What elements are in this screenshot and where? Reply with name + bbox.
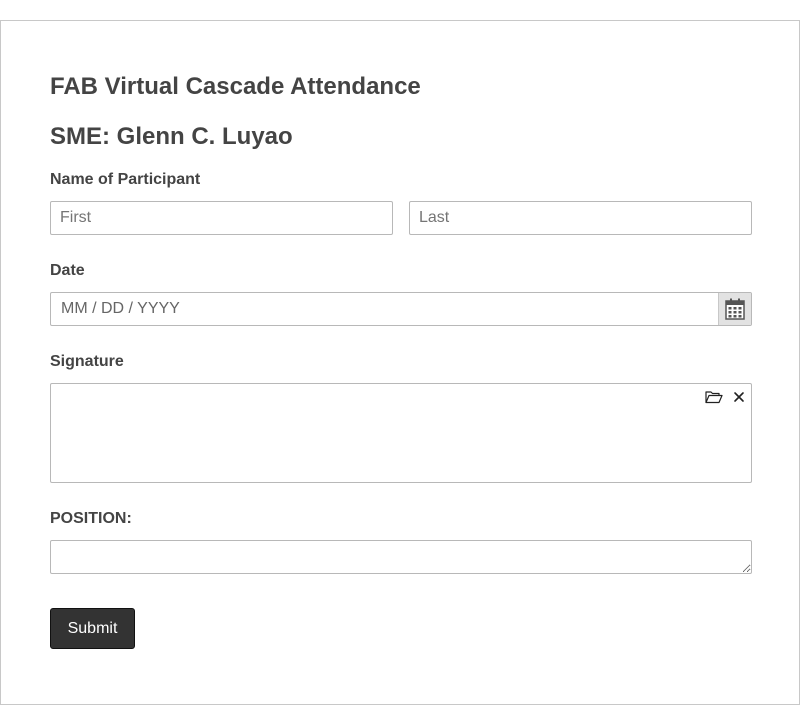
folder-open-icon xyxy=(705,390,723,404)
folder-open-button[interactable] xyxy=(705,388,723,406)
date-label: Date xyxy=(50,262,85,279)
clear-signature-button[interactable] xyxy=(730,388,748,406)
signature-pad[interactable] xyxy=(50,383,752,483)
last-name-input[interactable] xyxy=(409,201,752,235)
close-icon xyxy=(733,391,745,403)
position-textarea[interactable] xyxy=(50,540,752,574)
submit-button[interactable]: Submit xyxy=(50,608,135,649)
name-label: Name of Participant xyxy=(50,171,201,188)
calendar-icon xyxy=(725,298,745,320)
calendar-button[interactable] xyxy=(718,293,751,325)
form-title: FAB Virtual Cascade Attendance xyxy=(50,73,421,100)
form-subtitle: SME: Glenn C. Luyao xyxy=(50,123,293,150)
position-label: POSITION: xyxy=(50,510,132,527)
date-input[interactable] xyxy=(51,293,719,325)
first-name-input[interactable] xyxy=(50,201,393,235)
form-container: FAB Virtual Cascade Attendance SME: Glen… xyxy=(0,20,800,705)
date-field xyxy=(50,292,752,326)
signature-label: Signature xyxy=(50,353,124,370)
